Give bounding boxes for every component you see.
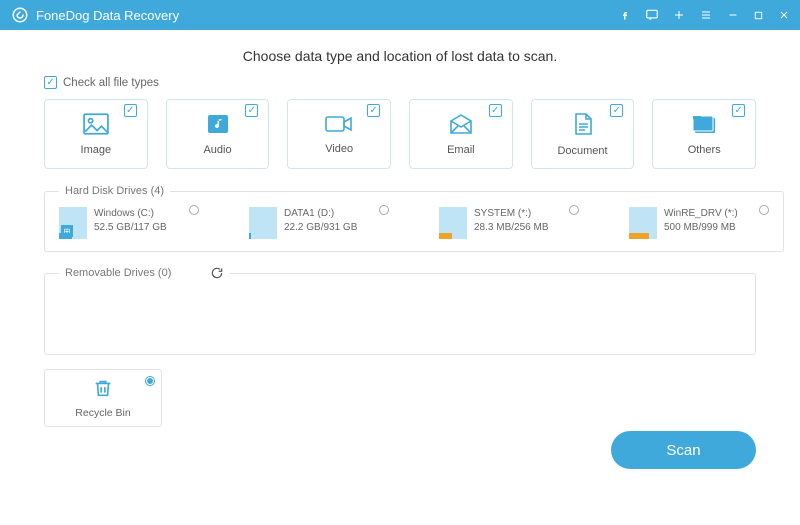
type-label: Others <box>688 144 721 156</box>
hard-disk-group: Hard Disk Drives (4) ⊞Windows (C:)52.5 G… <box>44 185 784 252</box>
drive-name: SYSTEM (*:) <box>474 207 548 221</box>
app-title: FoneDog Data Recovery <box>36 8 619 23</box>
drive-info: DATA1 (D:)22.2 GB/931 GB <box>284 207 357 235</box>
type-audio-checkbox[interactable]: ✓ <box>245 104 258 117</box>
video-icon <box>325 114 353 139</box>
type-label: Audio <box>203 144 231 156</box>
drive-item[interactable]: DATA1 (D:)22.2 GB/931 GB <box>249 207 389 239</box>
drive-info: Windows (C:)52.5 GB/117 GB <box>94 207 167 235</box>
page-heading: Choose data type and location of lost da… <box>44 48 756 64</box>
type-label: Video <box>325 143 353 155</box>
removable-body <box>59 290 741 342</box>
feedback-icon[interactable] <box>645 8 659 22</box>
drive-radio[interactable] <box>379 205 389 215</box>
recycle-bin-card[interactable]: Recycle Bin <box>44 369 162 427</box>
maximize-icon[interactable] <box>753 8 764 22</box>
check-all-row[interactable]: ✓ Check all file types <box>44 76 756 89</box>
minimize-icon[interactable] <box>727 8 739 22</box>
file-type-grid: ✓ Image ✓ Audio ✓ Video ✓ Email ✓ Docume… <box>44 99 756 169</box>
drive-size: 22.2 GB/931 GB <box>284 221 357 235</box>
type-video-checkbox[interactable]: ✓ <box>367 104 380 117</box>
type-image-checkbox[interactable]: ✓ <box>124 104 137 117</box>
type-document[interactable]: ✓ Document <box>531 99 635 169</box>
type-others-checkbox[interactable]: ✓ <box>732 104 745 117</box>
others-icon <box>691 113 717 140</box>
trash-icon <box>92 377 114 404</box>
drive-radio[interactable] <box>569 205 579 215</box>
drive-item[interactable]: ⊞Windows (C:)52.5 GB/117 GB <box>59 207 199 239</box>
drive-radio[interactable] <box>759 205 769 215</box>
drive-info: SYSTEM (*:)28.3 MB/256 MB <box>474 207 548 235</box>
drive-size: 52.5 GB/117 GB <box>94 221 167 235</box>
type-image[interactable]: ✓ Image <box>44 99 148 169</box>
app-logo-icon <box>10 5 30 25</box>
drive-item[interactable]: SYSTEM (*:)28.3 MB/256 MB <box>439 207 579 239</box>
check-all-label: Check all file types <box>63 77 159 89</box>
refresh-icon[interactable] <box>210 266 224 280</box>
drive-size: 500 MB/999 MB <box>664 221 738 235</box>
check-all-checkbox[interactable]: ✓ <box>44 76 57 89</box>
drive-name: DATA1 (D:) <box>284 207 357 221</box>
removable-legend: Removable Drives (0) <box>65 267 171 279</box>
drive-item[interactable]: WinRE_DRV (*:)500 MB/999 MB <box>629 207 769 239</box>
recycle-bin-radio[interactable] <box>145 376 155 386</box>
document-icon <box>572 112 594 141</box>
type-others[interactable]: ✓ Others <box>652 99 756 169</box>
type-email-checkbox[interactable]: ✓ <box>489 104 502 117</box>
type-audio[interactable]: ✓ Audio <box>166 99 270 169</box>
type-email[interactable]: ✓ Email <box>409 99 513 169</box>
drive-info: WinRE_DRV (*:)500 MB/999 MB <box>664 207 738 235</box>
drive-radio[interactable] <box>189 205 199 215</box>
drive-icon <box>439 207 467 239</box>
menu-icon[interactable] <box>699 8 713 22</box>
image-icon <box>83 113 109 140</box>
type-document-checkbox[interactable]: ✓ <box>610 104 623 117</box>
removable-group: Removable Drives (0) <box>44 266 756 355</box>
facebook-icon[interactable] <box>619 8 631 22</box>
type-label: Image <box>81 144 112 156</box>
email-icon <box>448 113 474 140</box>
close-icon[interactable] <box>778 8 790 22</box>
hard-disk-legend: Hard Disk Drives (4) <box>59 185 170 197</box>
drive-icon <box>249 207 277 239</box>
drive-icon: ⊞ <box>59 207 87 239</box>
type-label: Document <box>557 145 607 157</box>
scan-button[interactable]: Scan <box>611 431 756 469</box>
recycle-bin-label: Recycle Bin <box>75 407 130 419</box>
type-label: Email <box>447 144 475 156</box>
type-video[interactable]: ✓ Video <box>287 99 391 169</box>
audio-icon <box>206 113 230 140</box>
title-bar: FoneDog Data Recovery <box>0 0 800 30</box>
drive-name: Windows (C:) <box>94 207 167 221</box>
plus-icon[interactable] <box>673 8 685 22</box>
drive-size: 28.3 MB/256 MB <box>474 221 548 235</box>
drive-icon <box>629 207 657 239</box>
drive-name: WinRE_DRV (*:) <box>664 207 738 221</box>
